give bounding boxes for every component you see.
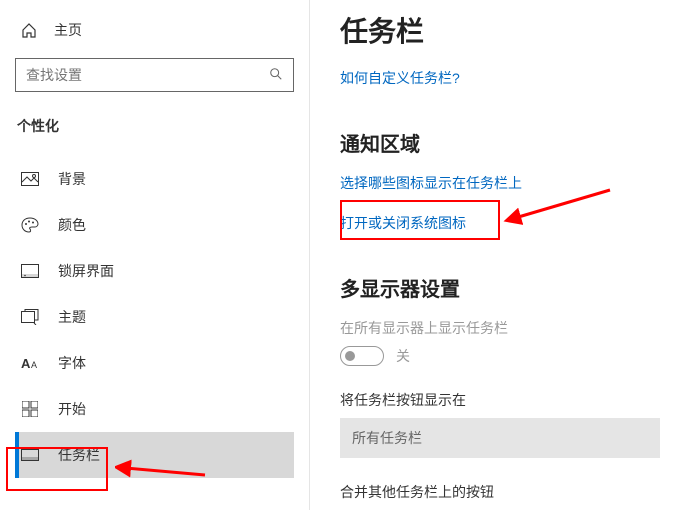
theme-icon — [20, 307, 40, 327]
sidebar-item-label: 字体 — [58, 353, 86, 373]
select-icons-link[interactable]: 选择哪些图标显示在任务栏上 — [340, 173, 675, 193]
home-nav[interactable]: 主页 — [15, 10, 294, 50]
svg-text:A: A — [21, 356, 31, 370]
content-area: 任务栏 如何自定义任务栏? 通知区域 选择哪些图标显示在任务栏上 打开或关闭系统… — [310, 0, 675, 510]
buttons-show-label: 将任务栏按钮显示在 — [340, 390, 675, 410]
home-icon — [20, 21, 38, 39]
sidebar-item-fonts[interactable]: AA 字体 — [15, 340, 294, 386]
multimonitor-section-title: 多显示器设置 — [340, 273, 675, 302]
sidebar-item-label: 任务栏 — [58, 445, 100, 465]
search-box[interactable] — [15, 58, 294, 92]
sidebar-item-lockscreen[interactable]: 锁屏界面 — [15, 248, 294, 294]
category-title: 个性化 — [15, 116, 294, 136]
lockscreen-icon — [20, 261, 40, 281]
search-icon — [269, 67, 283, 84]
notification-section-title: 通知区域 — [340, 128, 675, 157]
show-all-displays-toggle[interactable] — [340, 346, 384, 366]
customize-taskbar-link[interactable]: 如何自定义任务栏? — [340, 68, 675, 88]
taskbar-icon — [20, 445, 40, 465]
sidebar-item-label: 颜色 — [58, 215, 86, 235]
sidebar-item-label: 锁屏界面 — [58, 261, 114, 281]
show-all-displays-label: 在所有显示器上显示任务栏 — [340, 318, 675, 338]
sidebar-item-label: 背景 — [58, 169, 86, 189]
sidebar-item-start[interactable]: 开始 — [15, 386, 294, 432]
font-icon: AA — [20, 353, 40, 373]
palette-icon — [20, 215, 40, 235]
sidebar-item-label: 开始 — [58, 399, 86, 419]
sidebar-item-taskbar[interactable]: 任务栏 — [15, 432, 294, 478]
image-icon — [20, 169, 40, 189]
system-icons-link[interactable]: 打开或关闭系统图标 — [340, 213, 675, 233]
toggle-state-label: 关 — [396, 346, 410, 366]
nav-list: 背景 颜色 锁屏界面 主题 AA 字体 — [15, 156, 294, 478]
sidebar-item-colors[interactable]: 颜色 — [15, 202, 294, 248]
search-input[interactable] — [26, 67, 269, 83]
toggle-knob — [345, 351, 355, 361]
start-icon — [20, 399, 40, 419]
sidebar-item-label: 主题 — [58, 307, 86, 327]
combine-label: 合并其他任务栏上的按钮 — [340, 482, 675, 502]
sidebar-item-background[interactable]: 背景 — [15, 156, 294, 202]
page-title: 任务栏 — [340, 10, 675, 50]
home-label: 主页 — [54, 20, 82, 40]
buttons-show-dropdown[interactable]: 所有任务栏 — [340, 418, 660, 458]
svg-text:A: A — [31, 360, 37, 370]
sidebar-item-themes[interactable]: 主题 — [15, 294, 294, 340]
